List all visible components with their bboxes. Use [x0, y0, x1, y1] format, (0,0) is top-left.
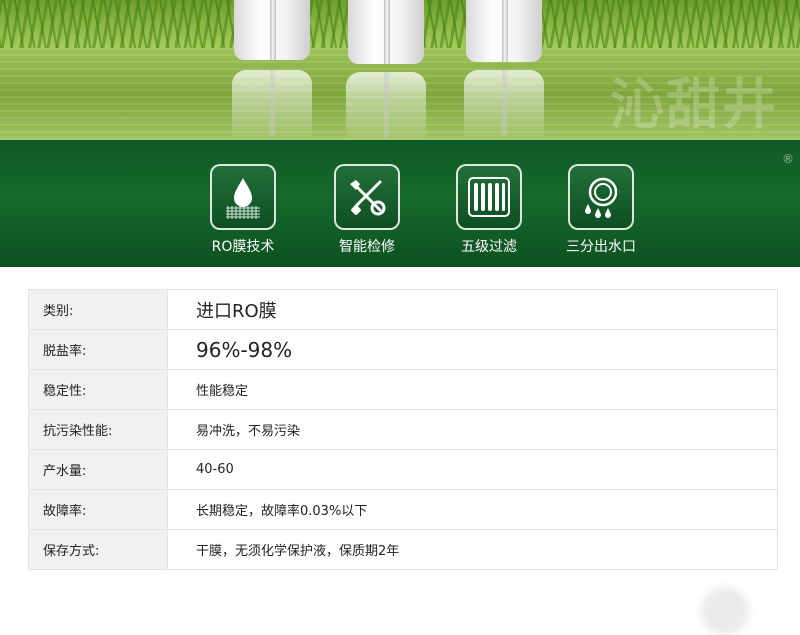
spec-value: 长期稳定，故障率0.03%以下: [167, 489, 778, 530]
table-row: 稳定性: 性能稳定: [28, 369, 778, 410]
table-row: 抗污染性能: 易冲洗，不易污染: [28, 409, 778, 450]
feature-three-outlet: 三分出水口: [546, 164, 656, 264]
feature-five-stage-filter: 五级过滤: [434, 164, 544, 264]
feature-label: RO膜技术: [211, 239, 275, 255]
dandelion-decoration: [685, 575, 765, 635]
feature-smart-maintenance: 智能检修: [312, 164, 422, 264]
spec-value: 96%-98%: [167, 329, 778, 370]
brand-watermark: 沁甜井: [610, 73, 778, 136]
feature-label: 三分出水口: [566, 239, 636, 255]
spec-value: 进口RO膜: [167, 289, 778, 330]
filter-reflection-2: [346, 72, 426, 138]
filter-cartridge-2: [348, 0, 424, 64]
filter-cartridge-3: [466, 0, 542, 62]
table-row: 类别: 进口RO膜: [28, 289, 778, 330]
hero-banner: 沁甜井: [0, 0, 800, 140]
spec-value: 干膜，无须化学保护液，保质期2年: [167, 529, 778, 570]
feature-label: 五级过滤: [461, 239, 517, 255]
spec-key: 稳定性:: [28, 369, 168, 410]
spec-value: 40-60: [167, 449, 778, 490]
water-outlet-icon: [568, 164, 634, 230]
table-row: 脱盐率: 96%-98%: [28, 329, 778, 370]
filter-reflection-3: [464, 70, 544, 136]
feature-ro-membrane: RO膜技术: [188, 164, 298, 264]
spec-key: 产水量:: [28, 449, 168, 490]
spec-table: 类别: 进口RO膜 脱盐率: 96%-98% 稳定性: 性能稳定 抗污染性能: …: [28, 289, 778, 570]
spec-value: 易冲洗，不易污染: [167, 409, 778, 450]
feature-label: 智能检修: [339, 239, 395, 255]
spec-key: 抗污染性能:: [28, 409, 168, 450]
droplet-membrane-icon: [210, 164, 276, 230]
spec-key: 脱盐率:: [28, 329, 168, 370]
spec-key: 类别:: [28, 289, 168, 330]
table-row: 产水量: 40-60: [28, 449, 778, 490]
filter-reflection-1: [232, 70, 312, 136]
spec-value: 性能稳定: [167, 369, 778, 410]
spec-key: 保存方式:: [28, 529, 168, 570]
filter-cartridge-1: [234, 0, 310, 60]
spec-key: 故障率:: [28, 489, 168, 530]
five-stage-filter-icon: [456, 164, 522, 230]
wrench-screwdriver-icon: [334, 164, 400, 230]
table-row: 保存方式: 干膜，无须化学保护液，保质期2年: [28, 529, 778, 570]
registered-mark: ®: [782, 152, 794, 166]
table-row: 故障率: 长期稳定，故障率0.03%以下: [28, 489, 778, 530]
